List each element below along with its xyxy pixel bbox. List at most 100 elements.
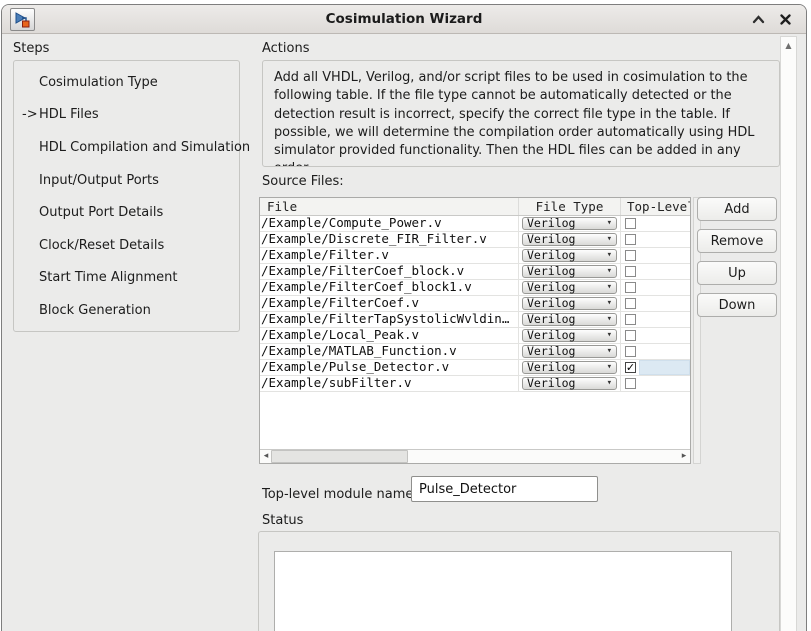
top-level-checkbox[interactable] bbox=[625, 330, 636, 341]
dropdown-arrow-icon: ▾ bbox=[607, 363, 612, 372]
row-selection-cell[interactable] bbox=[639, 216, 690, 231]
table-row[interactable]: /Example/MATLAB_Function.v Verilog ▾ bbox=[260, 344, 690, 360]
top-level-checkbox[interactable] bbox=[625, 346, 636, 357]
row-selection-cell[interactable] bbox=[639, 232, 690, 247]
horizontal-scrollbar-thumb[interactable] bbox=[271, 450, 408, 463]
step-label: HDL Files bbox=[39, 107, 99, 122]
window-vertical-scrollbar[interactable]: ▲ bbox=[780, 36, 797, 631]
up-button[interactable]: Up bbox=[697, 261, 777, 285]
table-row[interactable]: /Example/FilterCoef.v Verilog ▾ bbox=[260, 296, 690, 312]
status-textarea bbox=[274, 551, 732, 631]
table-row[interactable]: /Example/Local_Peak.v Verilog ▾ bbox=[260, 328, 690, 344]
scroll-right-icon[interactable]: ▸ bbox=[678, 450, 690, 463]
top-level-cell: ✓ bbox=[621, 360, 690, 375]
table-row[interactable]: /Example/Compute_Power.v Verilog ▾ bbox=[260, 216, 690, 232]
file-type-value: Verilog bbox=[527, 234, 575, 245]
top-level-checkbox[interactable] bbox=[625, 314, 636, 325]
top-level-cell bbox=[621, 344, 690, 359]
table-row[interactable]: /Example/Pulse_Detector.v Verilog ▾ ✓ bbox=[260, 360, 690, 376]
collapse-button[interactable] bbox=[752, 15, 765, 24]
down-button[interactable]: Down bbox=[697, 293, 777, 317]
table-horizontal-scrollbar[interactable]: ◂ ▸ bbox=[260, 449, 690, 463]
table-row[interactable]: /Example/Discrete_FIR_Filter.v Verilog ▾ bbox=[260, 232, 690, 248]
actions-description: Add all VHDL, Verilog, and/or script fil… bbox=[262, 60, 780, 167]
file-type-dropdown[interactable]: Verilog ▾ bbox=[522, 233, 617, 246]
file-type-dropdown[interactable]: Verilog ▾ bbox=[522, 281, 617, 294]
top-level-checkbox[interactable] bbox=[625, 234, 636, 245]
top-level-checkbox[interactable] bbox=[625, 250, 636, 261]
current-step-arrow: -> bbox=[22, 107, 38, 122]
titlebar[interactable]: Cosimulation Wizard bbox=[2, 5, 806, 34]
file-path-cell: /Example/Discrete_FIR_Filter.v bbox=[260, 232, 519, 247]
top-level-cell bbox=[621, 232, 690, 247]
cosimulation-wizard-window: Cosimulation Wizard Steps Cosimulation T… bbox=[1, 4, 807, 631]
file-type-value: Verilog bbox=[527, 250, 575, 261]
scroll-up-icon[interactable]: ▲ bbox=[781, 37, 796, 50]
file-type-dropdown[interactable]: Verilog ▾ bbox=[522, 329, 617, 342]
row-selection-cell[interactable] bbox=[639, 376, 690, 391]
close-icon bbox=[780, 14, 791, 25]
table-row[interactable]: /Example/FilterCoef_block.v Verilog ▾ bbox=[260, 264, 690, 280]
close-button[interactable] bbox=[780, 14, 791, 25]
column-header-top-level[interactable]: Top-Level bbox=[621, 198, 690, 215]
file-type-cell: Verilog ▾ bbox=[519, 280, 621, 295]
file-type-dropdown[interactable]: Verilog ▾ bbox=[522, 345, 617, 358]
file-type-cell: Verilog ▾ bbox=[519, 328, 621, 343]
top-level-module-input[interactable] bbox=[411, 476, 598, 502]
steps-heading: Steps bbox=[13, 41, 49, 56]
step-label: Block Generation bbox=[39, 303, 151, 318]
file-path-cell: /Example/MATLAB_Function.v bbox=[260, 344, 519, 359]
top-level-checkbox[interactable] bbox=[625, 218, 636, 229]
row-selection-cell[interactable] bbox=[639, 344, 690, 359]
top-level-cell bbox=[621, 376, 690, 391]
file-type-dropdown[interactable]: Verilog ▾ bbox=[522, 265, 617, 278]
row-selection-cell[interactable] bbox=[639, 296, 690, 311]
step-item: Output Port Details bbox=[14, 196, 239, 229]
dropdown-arrow-icon: ▾ bbox=[607, 219, 612, 228]
top-level-cell bbox=[621, 248, 690, 263]
remove-button[interactable]: Remove bbox=[697, 229, 777, 253]
table-row[interactable]: /Example/subFilter.v Verilog ▾ bbox=[260, 376, 690, 392]
file-type-value: Verilog bbox=[527, 362, 575, 373]
file-type-value: Verilog bbox=[527, 346, 575, 357]
file-type-dropdown[interactable]: Verilog ▾ bbox=[522, 217, 617, 230]
top-level-checkbox[interactable] bbox=[625, 266, 636, 277]
top-level-checkbox[interactable] bbox=[625, 298, 636, 309]
file-path-cell: /Example/Filter.v bbox=[260, 248, 519, 263]
table-header: File File Type Top-Level bbox=[260, 198, 690, 216]
file-type-value: Verilog bbox=[527, 378, 575, 389]
top-level-cell bbox=[621, 296, 690, 311]
top-level-cell bbox=[621, 328, 690, 343]
table-row[interactable]: /Example/Filter.v Verilog ▾ bbox=[260, 248, 690, 264]
column-header-file-type[interactable]: File Type bbox=[519, 198, 621, 215]
file-type-dropdown[interactable]: Verilog ▾ bbox=[522, 249, 617, 262]
column-header-file[interactable]: File bbox=[260, 198, 519, 215]
top-level-cell bbox=[621, 216, 690, 231]
file-type-cell: Verilog ▾ bbox=[519, 344, 621, 359]
dropdown-arrow-icon: ▾ bbox=[607, 251, 612, 260]
table-row[interactable]: /Example/FilterTapSystolicWvldin… Verilo… bbox=[260, 312, 690, 328]
file-type-dropdown[interactable]: Verilog ▾ bbox=[522, 313, 617, 326]
row-selection-cell[interactable] bbox=[639, 360, 690, 375]
top-level-module-label: Top-level module name: bbox=[262, 487, 418, 502]
top-level-checkbox[interactable]: ✓ bbox=[625, 362, 636, 373]
file-type-dropdown[interactable]: Verilog ▾ bbox=[522, 361, 617, 374]
dropdown-arrow-icon: ▾ bbox=[607, 267, 612, 276]
row-selection-cell[interactable] bbox=[639, 328, 690, 343]
file-type-cell: Verilog ▾ bbox=[519, 232, 621, 247]
file-type-cell: Verilog ▾ bbox=[519, 216, 621, 231]
top-level-checkbox[interactable] bbox=[625, 378, 636, 389]
row-selection-cell[interactable] bbox=[639, 264, 690, 279]
source-files-label: Source Files: bbox=[262, 174, 344, 189]
row-selection-cell[interactable] bbox=[639, 248, 690, 263]
row-selection-cell[interactable] bbox=[639, 312, 690, 327]
row-selection-cell[interactable] bbox=[639, 280, 690, 295]
file-type-dropdown[interactable]: Verilog ▾ bbox=[522, 377, 617, 390]
add-button[interactable]: Add bbox=[697, 197, 777, 221]
file-type-dropdown[interactable]: Verilog ▾ bbox=[522, 297, 617, 310]
table-row[interactable]: /Example/FilterCoef_block1.v Verilog ▾ bbox=[260, 280, 690, 296]
step-item: Input/Output Ports bbox=[14, 164, 239, 197]
top-level-checkbox[interactable] bbox=[625, 282, 636, 293]
step-label: Output Port Details bbox=[39, 205, 163, 220]
dropdown-arrow-icon: ▾ bbox=[607, 331, 612, 340]
